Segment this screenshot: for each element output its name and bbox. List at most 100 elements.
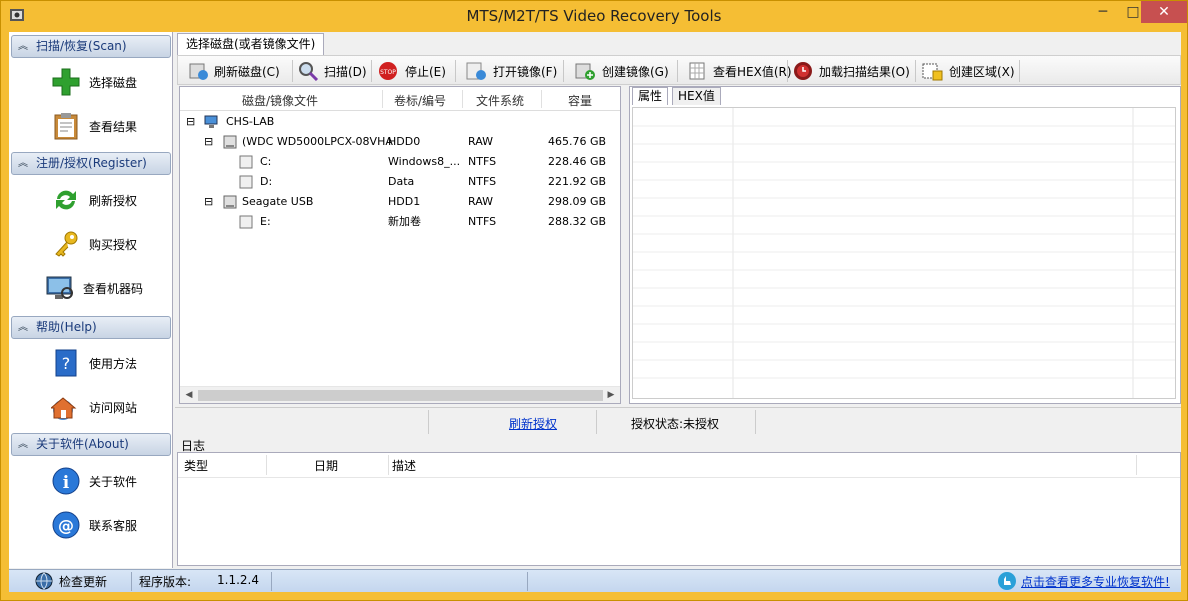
sidebar-item-label: 使用方法 [89,356,138,371]
tree-row[interactable]: D: Data NTFS 221.92 GB [186,172,616,192]
collapse-chevron-icon: ︽ [18,439,28,450]
open-image-button[interactable]: 打开镜像(F) [465,59,557,83]
sidebar-item-buy-license[interactable]: 购买授权 [51,226,137,262]
tree-cell-name: (WDC WD5000LPCX-08VHA [242,135,393,148]
toolbar-label: 查看HEX值(R) [713,64,792,79]
create-region-button[interactable]: 创建区域(X) [921,59,1015,83]
refresh-disk-button[interactable]: 刷新磁盘(C) [188,59,280,83]
more-software-label: 点击查看更多专业恢复软件! [1021,574,1170,589]
license-status-bar: 刷新授权 授权状态:未授权 [175,407,1181,435]
tree-row[interactable]: ⊟ Seagate USB HDD1 RAW 298.09 GB [186,192,616,212]
partition-icon [239,155,253,169]
tree-row[interactable]: E: 新加卷 NTFS 288.32 GB [186,212,616,232]
magnifier-icon [299,62,319,81]
log-list[interactable]: 类型 日期 描述 [177,452,1181,566]
log-column-type[interactable]: 类型 [184,457,208,474]
sidebar-item-view-results[interactable]: 查看结果 [51,108,137,144]
clock-icon [794,62,812,80]
hard-disk-icon [223,195,237,209]
sidebar-item-machine-code[interactable]: 查看机器码 [45,270,143,306]
tree-cell-fs: NTFS [468,155,497,168]
client-area: ︽ 扫描/恢复(Scan) 选择磁盘 查看结果 ︽ 注册/授权(Register) … [9,32,1181,592]
tree-row[interactable]: C: Windows8_... NTFS 228.46 GB [186,152,616,172]
toolbar-label: 打开镜像(F) [493,64,558,79]
tree-cell-label: Data [388,175,415,188]
tree-cell-size: 228.46 GB [548,155,607,168]
column-divider [541,90,542,108]
expand-toggle[interactable]: ⊟ [186,112,195,132]
tab-select-disk[interactable]: 选择磁盘(或者镜像文件) [177,33,325,55]
property-grid-lines [633,108,1175,398]
region-icon [922,63,943,81]
status-divider [428,410,429,434]
tree-cell-name: E: [260,215,271,228]
tree-row-root[interactable]: ⊟ CHS-LAB [186,112,616,132]
tree-cell-name: Seagate USB [242,195,314,208]
disk-refresh-icon [189,63,208,80]
load-scan-result-button[interactable]: 加载扫描结果(O) [793,59,910,83]
expand-toggle[interactable]: ⊟ [204,132,213,152]
toolbar-separator [677,60,678,82]
tree-cell-name: D: [260,175,273,188]
update-globe-icon [35,572,53,590]
tree-cell-fs: RAW [468,195,493,208]
toolbar-separator [1019,60,1020,82]
sidebar-item-about[interactable]: i 关于软件 [51,463,137,499]
log-column-desc[interactable]: 描述 [392,457,416,474]
sidebar-item-label: 选择磁盘 [89,75,138,90]
sidebar-item-label: 购买授权 [89,237,138,252]
scan-button[interactable]: 扫描(D) [298,59,367,83]
property-grid[interactable] [632,107,1176,399]
minimize-button[interactable]: ─ [1088,1,1118,23]
sidebar-item-select-disk[interactable]: 选择磁盘 [51,64,137,100]
create-image-button[interactable]: 创建镜像(G) [574,59,669,83]
log-column-date[interactable]: 日期 [314,457,338,474]
section-title: 帮助(Help) [36,320,97,334]
scroll-right-icon[interactable]: ▶ [603,388,619,403]
sidebar-item-website[interactable]: 访问网站 [51,389,137,425]
column-header-name[interactable]: 磁盘/镜像文件 [242,92,318,109]
collapse-chevron-icon: ︽ [18,41,28,52]
partition-icon [239,175,253,189]
toolbar-label: 停止(E) [405,64,446,79]
refresh-license-link[interactable]: 刷新授权 [509,415,557,432]
tree-cell-size: 221.92 GB [548,175,607,188]
close-button[interactable]: ✕ [1141,1,1187,23]
sidebar-item-usage[interactable]: ? 使用方法 [51,345,137,381]
column-header-size[interactable]: 容量 [568,92,592,109]
check-update-button[interactable]: 检查更新 [33,571,107,591]
stop-button[interactable]: STOP 停止(E) [377,59,446,83]
section-help-header[interactable]: ︽ 帮助(Help) [11,316,171,339]
section-scan-header[interactable]: ︽ 扫描/恢复(Scan) [11,35,171,58]
toolbar-label: 刷新磁盘(C) [214,64,280,79]
tree-cell-label: 新加卷 [388,215,421,228]
tab-hex[interactable]: HEX值 [672,87,721,105]
toolbar-separator [915,60,916,82]
sidebar-item-label: 刷新授权 [89,193,138,208]
toolbar-label: 扫描(D) [324,64,367,79]
tree-row[interactable]: ⊟ (WDC WD5000LPCX-08VHA HDD0 RAW 465.76 … [186,132,616,152]
more-software-link[interactable]: 点击查看更多专业恢复软件! [997,571,1170,591]
sidebar-item-refresh-license[interactable]: 刷新授权 [51,182,137,218]
column-header-label[interactable]: 卷标/编号 [394,92,446,109]
column-header-fs[interactable]: 文件系统 [476,92,524,109]
sidebar-item-contact[interactable]: @ 联系客服 [51,507,137,543]
expand-toggle[interactable]: ⊟ [204,192,213,212]
scrollbar-thumb[interactable] [198,390,603,401]
info-icon: i [52,467,80,495]
sidebar-item-label: 查看结果 [89,119,138,134]
section-title: 注册/授权(Register) [36,156,147,170]
svg-text:STOP: STOP [380,69,396,76]
view-hex-button[interactable]: 查看HEX值(R) [687,59,792,83]
hex-grid-icon [689,62,705,80]
title-bar[interactable]: MTS/M2T/TS Video Recovery Tools ─ □ ✕ [1,1,1187,31]
scroll-left-icon[interactable]: ◀ [181,388,197,403]
horizontal-scrollbar[interactable]: ◀ ▶ [180,386,620,403]
tab-attributes[interactable]: 属性 [632,87,669,105]
tree-cell-fs: NTFS [468,175,497,188]
section-register-header[interactable]: ︽ 注册/授权(Register) [11,152,171,175]
section-about-header[interactable]: ︽ 关于软件(About) [11,433,171,456]
clipboard-icon [54,113,78,140]
refresh-icon [56,190,76,210]
svg-text:@: @ [58,516,74,535]
